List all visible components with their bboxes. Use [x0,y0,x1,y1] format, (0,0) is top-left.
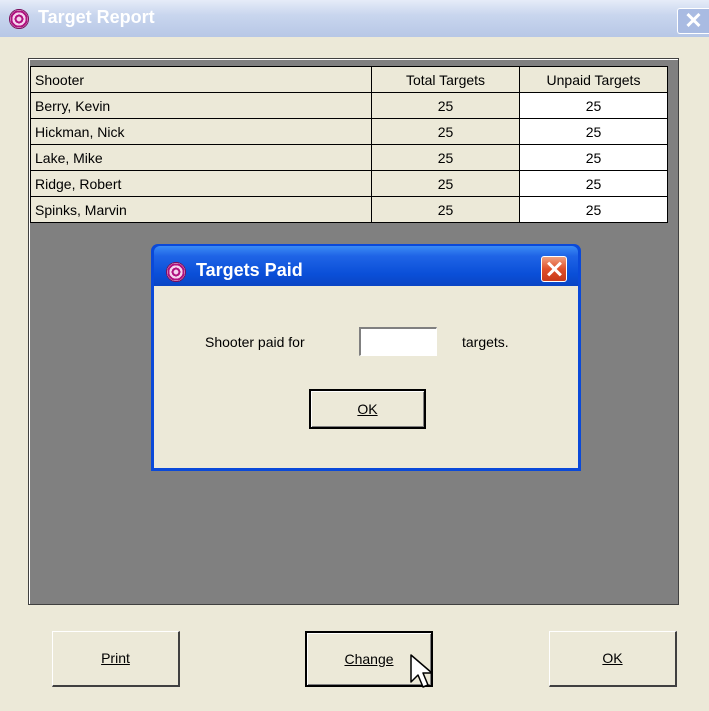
shooter-cell[interactable]: Hickman, Nick [30,118,372,145]
dialog-close-icon[interactable] [541,256,567,282]
total-targets-cell[interactable]: 25 [371,170,520,197]
print-label: Print [101,650,130,666]
shooter-cell[interactable]: Berry, Kevin [30,92,372,119]
unpaid-targets-cell[interactable]: 25 [519,170,668,197]
dialog-title: Targets Paid [196,260,303,280]
target-icon [166,262,186,282]
table-header-row: Shooter Total Targets Unpaid Targets [30,66,668,93]
targets-paid-input[interactable] [359,327,437,356]
unpaid-targets-cell[interactable]: 25 [519,144,668,171]
ok-button[interactable]: OK [549,631,677,687]
shooter-cell[interactable]: Ridge, Robert [30,170,372,197]
mouse-pointer-icon [410,654,433,688]
table-row[interactable]: Hickman, Nick 25 25 [30,118,668,145]
shooter-cell[interactable]: Lake, Mike [30,144,372,171]
table-row[interactable]: Lake, Mike 25 25 [30,144,668,171]
ok-label: OK [602,650,623,666]
total-targets-cell[interactable]: 25 [371,92,520,119]
window-title: Target Report [38,7,155,27]
total-targets-cell[interactable]: 25 [371,196,520,223]
table-row[interactable]: Spinks, Marvin 25 25 [30,196,668,223]
shooter-paid-label: Shooter paid for [205,334,305,350]
targets-suffix-label: targets. [462,334,509,350]
dialog-ok-button[interactable]: OK [309,389,426,429]
table-row[interactable]: Berry, Kevin 25 25 [30,92,668,119]
unpaid-targets-cell[interactable]: 25 [519,92,668,119]
change-label: Change [344,651,394,667]
target-report-table: Shooter Total Targets Unpaid Targets Ber… [30,66,668,223]
target-icon [9,9,29,29]
dialog-ok-label: OK [357,401,378,417]
close-icon[interactable]: ✕ [677,8,709,34]
column-header-total-targets[interactable]: Total Targets [371,66,520,93]
total-targets-cell[interactable]: 25 [371,144,520,171]
column-header-shooter[interactable]: Shooter [30,66,372,93]
shooter-cell[interactable]: Spinks, Marvin [30,196,372,223]
table-row[interactable]: Ridge, Robert 25 25 [30,170,668,197]
print-button[interactable]: Print [52,631,180,687]
total-targets-cell[interactable]: 25 [371,118,520,145]
unpaid-targets-cell[interactable]: 25 [519,118,668,145]
dialog-body [154,286,578,468]
column-header-unpaid-targets[interactable]: Unpaid Targets [519,66,668,93]
unpaid-targets-cell[interactable]: 25 [519,196,668,223]
